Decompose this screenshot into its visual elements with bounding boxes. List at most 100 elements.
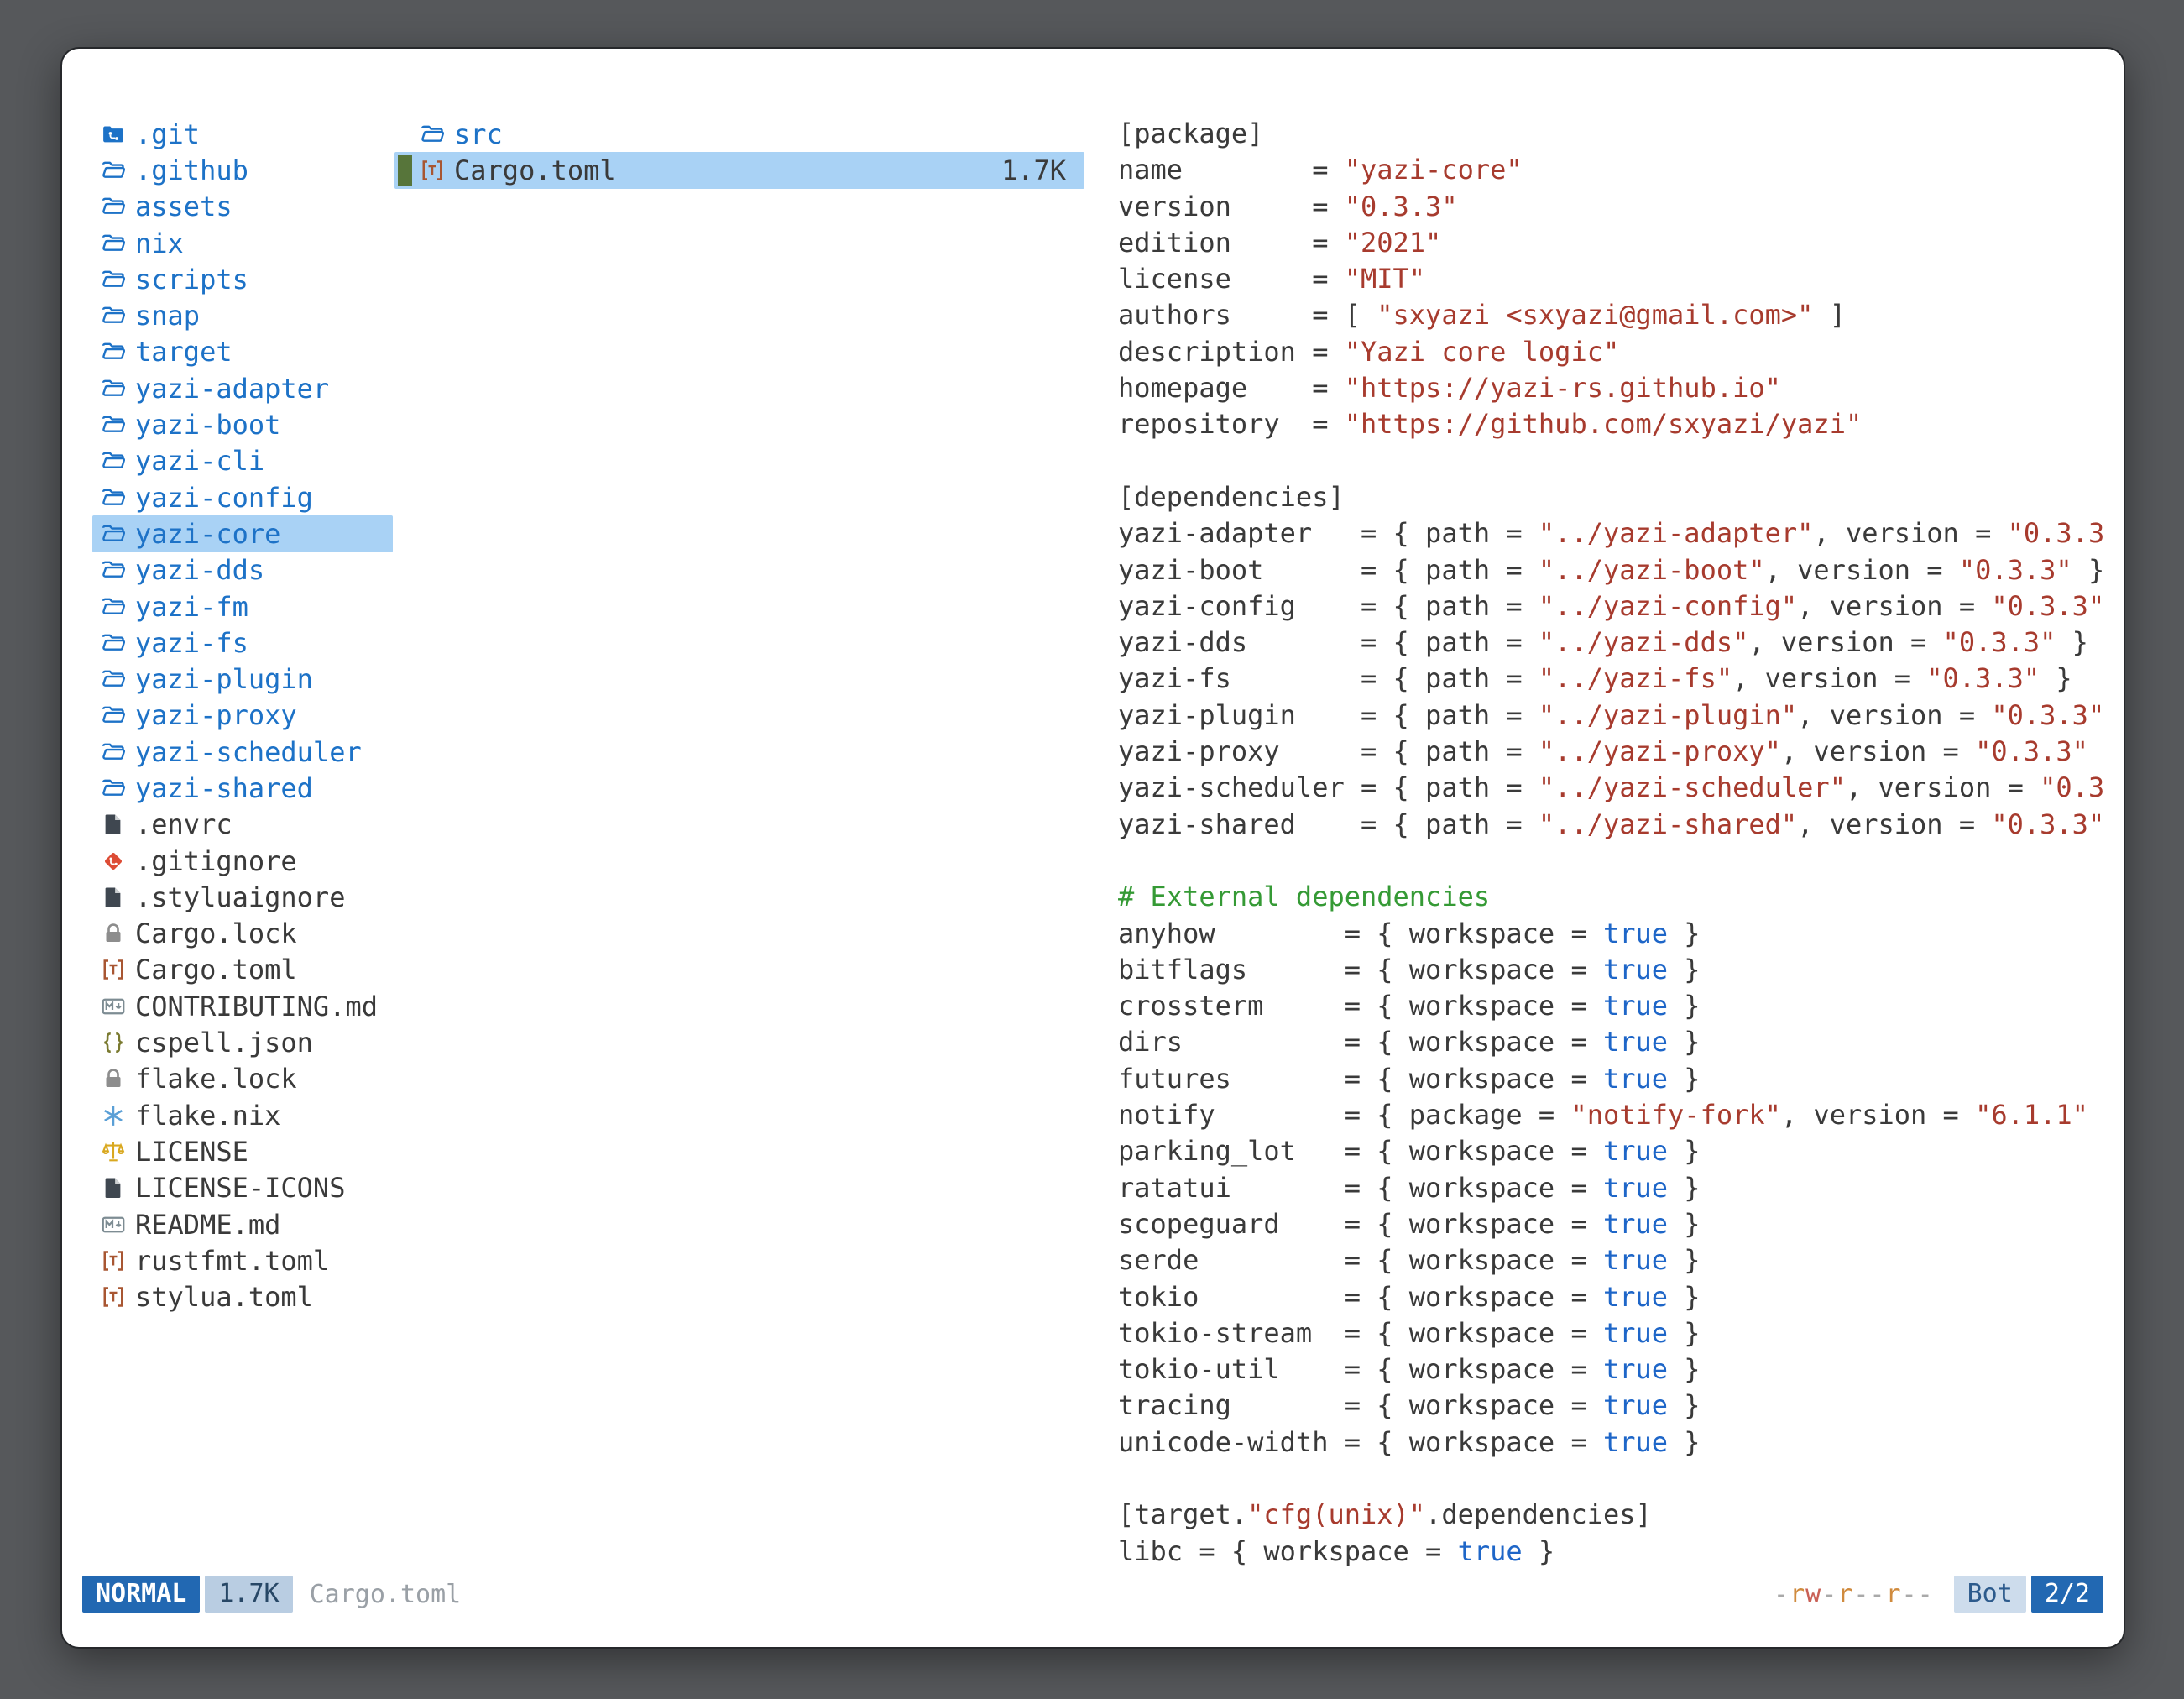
file-item-README.md[interactable]: README.md: [92, 1206, 393, 1242]
file-item-.envrc[interactable]: .envrc: [92, 807, 393, 843]
syntax-token: tokio-util = { workspace =: [1118, 1353, 1603, 1385]
item-name: yazi-cli: [135, 445, 264, 477]
syntax-token: "0.3.3": [2008, 517, 2103, 549]
dir-item-yazi-proxy[interactable]: yazi-proxy: [92, 698, 393, 734]
folder-icon: [101, 667, 126, 692]
syntax-token: "../yazi-shared": [1539, 808, 1797, 840]
syntax-token: "notify-fork": [1570, 1099, 1780, 1131]
dir-item-src[interactable]: src: [394, 116, 1084, 152]
file-item-LICENSE[interactable]: LICENSE: [92, 1133, 393, 1169]
syntax-token: true: [1603, 1172, 1668, 1204]
syntax-token: bitflags = { workspace =: [1118, 954, 1603, 985]
file-preview-pane[interactable]: [package]name = "yazi-core"version = "0.…: [1084, 116, 2124, 1575]
syntax-token: tokio = { workspace =: [1118, 1281, 1603, 1313]
syntax-token: "MIT": [1345, 263, 1425, 295]
preview-line: [1118, 1461, 2103, 1497]
dir-item-yazi-fm[interactable]: yazi-fm: [92, 588, 393, 625]
parent-directory-pane[interactable]: .git.githubassetsnixscriptssnaptargetyaz…: [62, 116, 394, 1575]
syntax-token: yazi-shared = { path =: [1118, 808, 1539, 840]
syntax-token: "0.3.3": [1926, 662, 2040, 694]
file-item-Cargo.lock[interactable]: Cargo.lock: [92, 916, 393, 952]
item-name: yazi-fm: [135, 591, 248, 623]
item-name: yazi-plugin: [135, 663, 313, 695]
folder-icon: [101, 194, 126, 219]
dir-item-nix[interactable]: nix: [92, 225, 393, 261]
dir-item-yazi-boot[interactable]: yazi-boot: [92, 406, 393, 442]
dir-item-yazi-shared[interactable]: yazi-shared: [92, 770, 393, 806]
dir-item-assets[interactable]: assets: [92, 189, 393, 225]
preview-line: parking_lot = { workspace = true }: [1118, 1133, 2103, 1169]
syntax-token: true: [1603, 990, 1668, 1022]
preview-line: yazi-fs = { path = "../yazi-fs", version…: [1118, 661, 2103, 697]
item-name: yazi-shared: [135, 772, 313, 804]
file-icon: [101, 885, 126, 910]
syntax-token: anyhow = { workspace =: [1118, 917, 1603, 949]
dir-item-yazi-plugin[interactable]: yazi-plugin: [92, 661, 393, 697]
dir-item-target[interactable]: target: [92, 334, 393, 370]
file-item-rustfmt.toml[interactable]: rustfmt.toml: [92, 1242, 393, 1278]
current-directory-pane[interactable]: srcCargo.toml1.7K: [394, 116, 1084, 1575]
dir-item-yazi-cli[interactable]: yazi-cli: [92, 443, 393, 479]
item-name: assets: [135, 191, 233, 222]
syntax-token: true: [1603, 917, 1668, 949]
dir-item-yazi-fs[interactable]: yazi-fs: [92, 625, 393, 661]
syntax-token: repository =: [1118, 408, 1345, 440]
syntax-token: yazi-fs = { path =: [1118, 662, 1539, 694]
preview-line: notify = { package = "notify-fork", vers…: [1118, 1097, 2103, 1133]
syntax-token: .dependencies]: [1425, 1498, 1652, 1530]
preview-line: serde = { workspace = true }: [1118, 1242, 2103, 1278]
dir-item-yazi-config[interactable]: yazi-config: [92, 479, 393, 515]
folder-icon: [420, 122, 445, 147]
file-item-CONTRIBUTING.md[interactable]: CONTRIBUTING.md: [92, 988, 393, 1024]
syntax-token: description =: [1118, 336, 1345, 368]
item-name: .gitignore: [135, 845, 297, 877]
syntax-token: "0.3.3": [1943, 626, 2056, 658]
syntax-token: , version =: [1813, 517, 2007, 549]
preview-line: bitflags = { workspace = true }: [1118, 952, 2103, 988]
syntax-token: }: [2088, 735, 2103, 767]
file-size-badge: 1.7K: [205, 1576, 292, 1613]
item-name: cspell.json: [135, 1027, 313, 1059]
file-manager-content: .git.githubassetsnixscriptssnaptargetyaz…: [62, 49, 2124, 1575]
syntax-token: }: [1668, 990, 1701, 1022]
syntax-token: yazi-proxy = { path =: [1118, 735, 1539, 767]
file-item-flake.nix[interactable]: flake.nix: [92, 1097, 393, 1133]
dir-item-yazi-dds[interactable]: yazi-dds: [92, 552, 393, 588]
file-item-cspell.json[interactable]: cspell.json: [92, 1024, 393, 1060]
file-icon: [101, 1175, 126, 1200]
file-item-stylua.toml[interactable]: stylua.toml: [92, 1279, 393, 1315]
folder-icon: [101, 412, 126, 437]
file-item-Cargo.toml[interactable]: Cargo.toml1.7K: [394, 152, 1084, 188]
dir-item-.git[interactable]: .git: [92, 116, 393, 152]
item-name: yazi-boot: [135, 409, 280, 441]
item-name: .envrc: [135, 808, 233, 840]
preview-line: tokio-util = { workspace = true }: [1118, 1351, 2103, 1388]
syntax-token: "0.3.3": [1991, 699, 2103, 731]
item-name: yazi-proxy: [135, 699, 297, 731]
item-name: README.md: [135, 1209, 280, 1241]
syntax-token: , version =: [1797, 808, 1991, 840]
dir-item-.github[interactable]: .github: [92, 152, 393, 188]
lock-icon: [101, 921, 126, 946]
folder-icon: [101, 448, 126, 473]
dir-item-yazi-adapter[interactable]: yazi-adapter: [92, 370, 393, 406]
dir-item-snap[interactable]: snap: [92, 297, 393, 333]
preview-line: yazi-proxy = { path = "../yazi-proxy", v…: [1118, 734, 2103, 770]
syntax-token: "yazi-core": [1345, 154, 1523, 186]
syntax-token: }: [2056, 626, 2088, 658]
syntax-token: notify = { package =: [1118, 1099, 1570, 1131]
file-item-.styluaignore[interactable]: .styluaignore: [92, 879, 393, 915]
selection-marker: [398, 119, 412, 149]
file-item-.gitignore[interactable]: .gitignore: [92, 843, 393, 879]
item-name: flake.nix: [135, 1100, 280, 1132]
item-name: LICENSE-ICONS: [135, 1172, 345, 1204]
file-item-Cargo.toml[interactable]: Cargo.toml: [92, 952, 393, 988]
dir-item-yazi-core[interactable]: yazi-core: [92, 515, 393, 552]
dir-item-yazi-scheduler[interactable]: yazi-scheduler: [92, 734, 393, 770]
file-item-LICENSE-ICONS[interactable]: LICENSE-ICONS: [92, 1170, 393, 1206]
item-name: Cargo.lock: [135, 917, 297, 949]
item-name: .styluaignore: [135, 881, 345, 913]
file-item-flake.lock[interactable]: flake.lock: [92, 1061, 393, 1097]
syntax-token: "../yazi-boot": [1539, 554, 1765, 586]
dir-item-scripts[interactable]: scripts: [92, 261, 393, 297]
